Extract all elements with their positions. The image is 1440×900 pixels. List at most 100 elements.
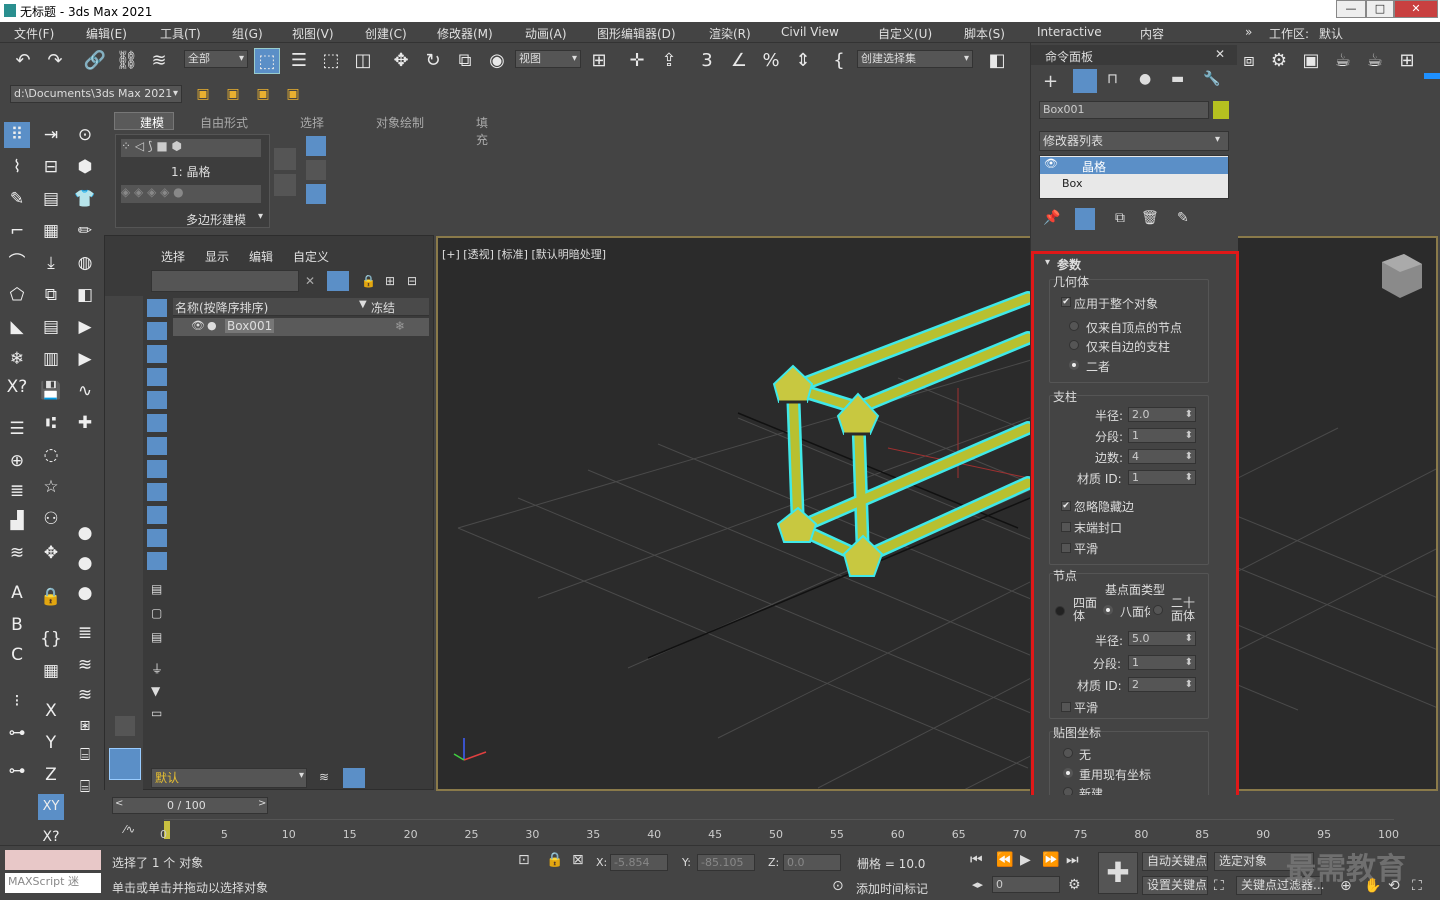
snaps-toggle-icon[interactable]: 3	[694, 48, 720, 74]
menu-create[interactable]: 创建(C)	[365, 25, 407, 42]
end-caps-label[interactable]: 末端封口	[1074, 519, 1122, 536]
filter-bones-icon[interactable]	[147, 483, 167, 501]
tab-modeling[interactable]: 建模	[140, 114, 164, 131]
copy-icon[interactable]: ⧉	[38, 282, 64, 308]
tab-selection[interactable]: 选择	[300, 114, 324, 131]
mirror-icon[interactable]: ◧	[984, 48, 1010, 74]
stack-eye-icon[interactable]: 👁	[1044, 157, 1058, 170]
render-dot-icon[interactable]: ●	[207, 319, 217, 332]
project-new-icon[interactable]: ▣	[280, 81, 306, 107]
place-icon[interactable]: ◉	[484, 48, 510, 74]
joint-smooth-label[interactable]: 平滑	[1074, 699, 1098, 716]
keyboard-shortcut-icon[interactable]: ⇪	[656, 48, 682, 74]
select-box-icon[interactable]: ▟	[4, 508, 30, 534]
joint-smooth-checkbox[interactable]	[1061, 702, 1071, 712]
cylinder-icon[interactable]: ⌸	[72, 742, 98, 768]
render-active-icon[interactable]: ☕	[1362, 48, 1388, 74]
orbit-icon[interactable]: ⟲	[1388, 878, 1400, 894]
spinner-snap-icon[interactable]: ⇕	[790, 48, 816, 74]
pen-icon[interactable]: ✏	[72, 218, 98, 244]
eye-icon[interactable]: 👁	[191, 319, 205, 332]
strut-mat-spinner[interactable]: 1	[1128, 470, 1196, 485]
next-key-icon[interactable]: ⏩	[1042, 852, 1059, 868]
menu-civil-view[interactable]: Civil View	[781, 25, 839, 39]
current-frame-field[interactable]: 0	[992, 876, 1060, 893]
window-crossing-icon[interactable]: ◫	[350, 48, 376, 74]
chevron-down-icon[interactable]: ▾	[258, 211, 263, 222]
xyz-toggle-icon[interactable]: X?	[4, 374, 30, 400]
stack-layers-icon[interactable]: ≣	[4, 478, 30, 504]
stack-item-lattice[interactable]: 👁 晶格	[1040, 157, 1228, 174]
key-filter-icon[interactable]: ⛶	[1214, 878, 1224, 894]
text-b-icon[interactable]: B	[4, 612, 30, 638]
menu-group[interactable]: 组(G)	[232, 25, 263, 42]
project-path-dropdown[interactable]: d:\Documents\3ds Max 2021	[10, 85, 182, 103]
axis-z-icon[interactable]: Z	[38, 762, 64, 788]
snowflake-icon[interactable]: ❄	[4, 346, 30, 372]
filter-groups-icon[interactable]	[147, 437, 167, 455]
project-open-icon[interactable]: ▣	[220, 81, 246, 107]
table-icon[interactable]: ▥	[38, 346, 64, 372]
scene-menu-display[interactable]: 显示	[205, 248, 229, 265]
go-end-icon[interactable]: ⏭	[1066, 852, 1079, 868]
hierarchy-tab-icon[interactable]: ⊓	[1107, 71, 1118, 87]
select-grid-icon[interactable]: ⠿	[4, 122, 30, 148]
menu-scripting[interactable]: 脚本(S)	[964, 25, 1005, 42]
globe-icon[interactable]: ◍	[72, 250, 98, 276]
scene-menu-edit[interactable]: 编辑	[249, 248, 273, 265]
workspace-dropdown[interactable]: 默认	[1319, 25, 1343, 42]
map-none-radio[interactable]	[1063, 748, 1073, 758]
text-a-icon[interactable]: A	[4, 580, 30, 606]
strut-smooth-checkbox[interactable]	[1061, 543, 1071, 553]
prev-frame-icon[interactable]: <	[115, 798, 123, 809]
axis-xy-icon[interactable]: XY	[38, 794, 64, 820]
menu-edit[interactable]: 编辑(E)	[86, 25, 127, 42]
project-icon[interactable]: ▣	[190, 81, 216, 107]
rect-selection-icon[interactable]: ⬚	[318, 48, 344, 74]
filter-none-icon[interactable]: ▢	[151, 606, 162, 620]
panel-blue2-icon[interactable]	[306, 184, 326, 204]
add-time-tag[interactable]: 添加时间标记	[856, 880, 928, 897]
axis-y-icon[interactable]: Y	[38, 730, 64, 756]
strut-smooth-label[interactable]: 平滑	[1074, 540, 1098, 557]
percent-snap-icon[interactable]: %	[758, 48, 784, 74]
layer-stack-icon[interactable]: ⊟	[38, 154, 64, 180]
scale-icon[interactable]: ⧉	[452, 48, 478, 74]
tetra-label[interactable]: 四面体	[1073, 597, 1101, 623]
motion-tab-icon[interactable]: ●	[1139, 71, 1151, 87]
star-icon[interactable]: ☆	[38, 474, 64, 500]
x-coord-field[interactable]: -5.854	[610, 854, 668, 871]
modify-tab-icon[interactable]	[1073, 69, 1097, 93]
filter-geometry-icon[interactable]	[147, 299, 167, 317]
go-start-icon[interactable]: ⏮	[970, 852, 983, 868]
circle-1-icon[interactable]: ●	[72, 520, 98, 546]
viewport-perspective[interactable]: [+] [透视] [标准] [默认明暗处理]	[436, 236, 1438, 791]
view-icon[interactable]: ◧	[72, 282, 98, 308]
cross-icon[interactable]: ✚	[72, 410, 98, 436]
cylinder2-icon[interactable]: ⌸	[72, 774, 98, 800]
close-button[interactable]: ✕	[1394, 0, 1438, 18]
link-target-icon[interactable]: ⇥	[38, 122, 64, 148]
object-name-field[interactable]: Box001	[1039, 101, 1209, 119]
select-object-icon[interactable]: ⬚	[254, 48, 280, 74]
display-tab-icon[interactable]: ▬	[1171, 71, 1184, 87]
filter-helpers-icon[interactable]	[147, 391, 167, 409]
set-key-big-icon[interactable]: ✚	[1098, 852, 1138, 894]
icosa-radio[interactable]	[1153, 605, 1163, 615]
filter-icon[interactable]	[327, 271, 349, 291]
layer-stack-small-icon[interactable]: ≋	[319, 770, 329, 784]
end-caps-checkbox[interactable]	[1061, 522, 1071, 532]
filter-shapes-icon[interactable]	[147, 322, 167, 340]
folder-icon[interactable]: ▤	[38, 186, 64, 212]
col-freeze[interactable]: 冻结	[371, 299, 395, 316]
object-color-swatch[interactable]	[1213, 101, 1229, 119]
maxscript-listener-top[interactable]	[5, 850, 101, 870]
layer-manager-icon[interactable]: ≋	[4, 540, 30, 566]
joints-only-label[interactable]: 仅来自顶点的节点	[1086, 319, 1182, 336]
table-row[interactable]: 👁 ● Box001 ❄	[173, 318, 429, 336]
create-tab-icon[interactable]: +	[1043, 71, 1058, 92]
add-layer-icon[interactable]: ⊕	[4, 448, 30, 474]
joint-radius-spinner[interactable]: 5.0	[1128, 631, 1196, 646]
viewport-cam-icon[interactable]: ⊙	[72, 122, 98, 148]
text-c-icon[interactable]: C	[4, 642, 30, 668]
